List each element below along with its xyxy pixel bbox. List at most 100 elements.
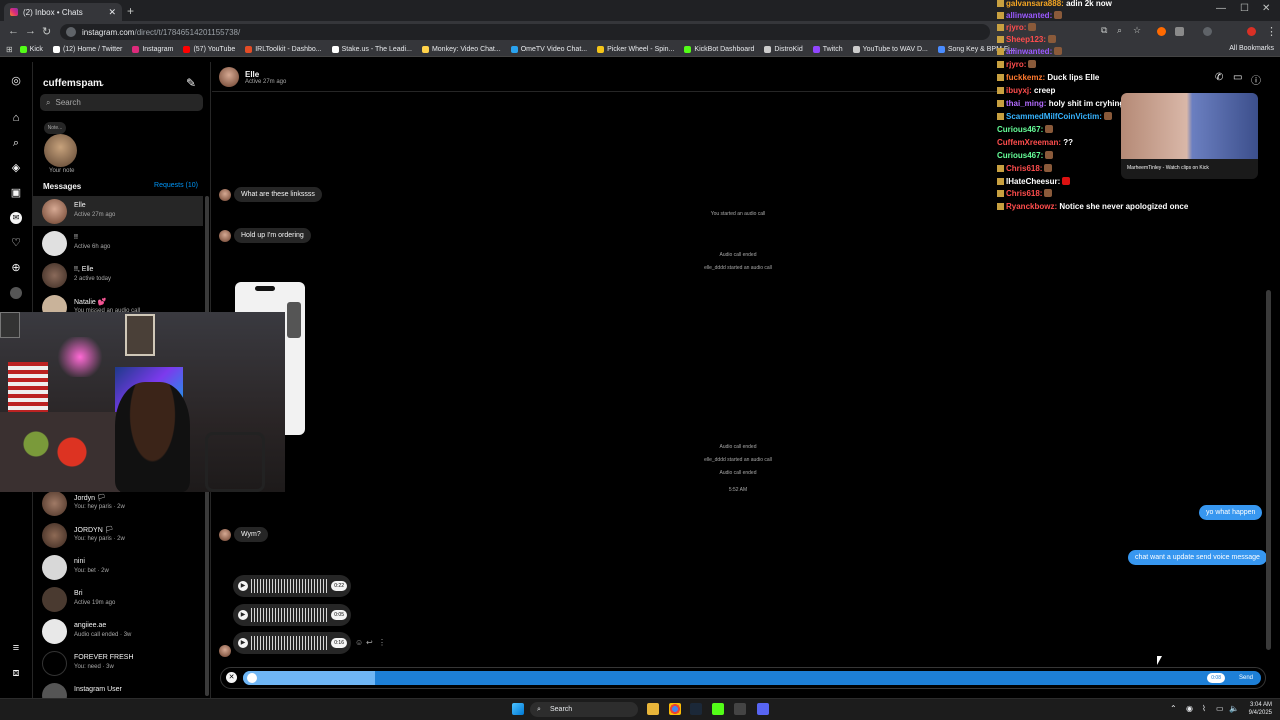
messenger-icon[interactable]: ✉: [10, 212, 22, 224]
volume-icon[interactable]: 🔈: [1229, 704, 1239, 713]
chevron-down-icon[interactable]: ⌄: [99, 80, 105, 88]
emote-icon: [1044, 164, 1053, 172]
obs-icon[interactable]: [734, 703, 746, 715]
search-input[interactable]: ⌕ Search: [40, 94, 203, 111]
close-tab-icon[interactable]: ✕: [108, 7, 116, 18]
site-info-icon[interactable]: [66, 27, 76, 37]
compose-message-icon[interactable]: ✎: [186, 76, 196, 90]
display-icon[interactable]: ▭: [1216, 704, 1224, 713]
taskbar-search[interactable]: ⌕ Search: [530, 702, 638, 717]
list-item[interactable]: angiiee.ae Audio call ended · 3w: [33, 616, 203, 646]
list-item[interactable]: JORDYN 🏳 You: hey paris · 2w: [33, 520, 203, 550]
taskbar-search-label: Search: [550, 706, 573, 713]
home-icon[interactable]: ⌂: [10, 112, 22, 124]
browser-tab[interactable]: (2) Inbox • Chats ✕: [4, 3, 122, 21]
kick-clip-popup[interactable]: MarheemTinley - Watch clips on Kick: [1121, 93, 1258, 179]
bookmark-item[interactable]: DistroKid: [761, 45, 805, 53]
explore-icon[interactable]: ◈: [10, 162, 22, 174]
list-item[interactable]: FOREVER FRESH You: need · 3w: [33, 648, 203, 678]
new-tab-icon[interactable]: +: [127, 4, 134, 18]
badge-icon: [997, 74, 1004, 81]
voice-recording-bar: 0:08 Send: [243, 671, 1261, 685]
more-options-icon[interactable]: ⋮: [378, 638, 386, 647]
neon-sign: [55, 337, 105, 377]
steam-icon[interactable]: [690, 703, 702, 715]
account-username[interactable]: cuffemspam: [43, 78, 102, 89]
badge-icon: [997, 87, 1004, 94]
file-explorer-icon[interactable]: [647, 703, 659, 715]
instagram-favicon-icon: [10, 8, 18, 16]
tray-app-icon[interactable]: ◉: [1186, 704, 1193, 713]
notifications-heart-icon[interactable]: ♡: [10, 237, 22, 249]
chat-username: IHateCheesur:: [1006, 177, 1061, 186]
badge-icon: [997, 48, 1004, 55]
bookmark-item[interactable]: Monkey: Video Chat...: [419, 45, 504, 53]
chrome-icon[interactable]: [669, 703, 681, 715]
voice-message[interactable]: ▶ 0:16: [233, 632, 351, 654]
bookmark-item[interactable]: (57) YouTube: [180, 45, 238, 53]
reload-icon[interactable]: ↻: [42, 25, 51, 38]
voice-message[interactable]: ▶ 0:22: [233, 575, 351, 597]
windows-start-icon[interactable]: [512, 703, 524, 715]
list-item[interactable]: nini You: bet · 2w: [33, 552, 203, 582]
voice-message[interactable]: ▶ 0:05: [233, 604, 351, 626]
back-icon[interactable]: ←: [8, 25, 19, 37]
list-item[interactable]: Jordyn 🏳 You: hey paris · 2w: [33, 488, 203, 518]
play-icon[interactable]: ▶: [238, 581, 248, 591]
bookmark-item[interactable]: IRLToolkit - Dashbo...: [242, 45, 324, 53]
reply-icon[interactable]: ↩: [366, 638, 373, 647]
search-icon[interactable]: ⌕: [10, 137, 22, 149]
more-menu-icon[interactable]: ≡: [10, 642, 22, 654]
kick-app-icon[interactable]: [712, 703, 724, 715]
thread-scrollbar[interactable]: [1266, 290, 1271, 650]
mouse-cursor-icon: [1157, 656, 1162, 665]
conversation-name: Elle: [74, 202, 86, 209]
list-item[interactable]: !! Active 6h ago: [33, 228, 203, 258]
system-message: Audio call ended: [719, 252, 757, 258]
requests-link[interactable]: Requests (10): [154, 182, 198, 189]
chat-line: Curious467:: [997, 151, 1054, 160]
play-icon[interactable]: ▶: [238, 638, 248, 648]
apps-grid-icon[interactable]: ⊞: [6, 45, 13, 54]
bookmark-favicon-icon: [52, 45, 60, 53]
avatar[interactable]: [219, 67, 239, 87]
bookmark-item[interactable]: (12) Home / Twitter: [50, 45, 125, 53]
stop-recording-icon[interactable]: [247, 673, 257, 683]
bookmark-item[interactable]: Stake.us - The Leadi...: [329, 45, 415, 53]
url-input[interactable]: instagram.com /direct/t/1784651420115573…: [60, 24, 990, 40]
avatar: [219, 645, 231, 657]
taskbar-clock[interactable]: 3:04 AM 9/4/2025: [1249, 701, 1272, 717]
network-icon[interactable]: ⌇: [1202, 704, 1206, 713]
badge-icon: [997, 61, 1004, 68]
note-bubble[interactable]: Note...: [44, 122, 66, 134]
thread-contact-name[interactable]: Elle: [245, 70, 259, 79]
discord-icon[interactable]: [757, 703, 769, 715]
forward-icon[interactable]: →: [25, 25, 36, 37]
avatar[interactable]: [44, 134, 77, 167]
chat-username: Curious467:: [997, 125, 1044, 134]
conversation-status: You: bet · 2w: [74, 568, 109, 574]
bookmark-item[interactable]: Picker Wheel - Spin...: [594, 45, 677, 53]
list-item[interactable]: !!, Elle 2 active today: [33, 260, 203, 290]
instagram-logo-icon[interactable]: ◎: [10, 75, 22, 87]
avatar: [219, 189, 231, 201]
bookmark-item[interactable]: OmeTV Video Chat...: [508, 45, 590, 53]
bookmark-item[interactable]: KickBot Dashboard: [681, 45, 757, 53]
bookmark-item[interactable]: Twitch: [810, 45, 846, 53]
badge-icon: [997, 100, 1004, 107]
play-icon[interactable]: ▶: [238, 610, 248, 620]
tab-title: (2) Inbox • Chats: [23, 7, 83, 17]
list-item[interactable]: Elle Active 27m ago: [33, 196, 203, 226]
bookmark-item[interactable]: Kick: [17, 45, 46, 53]
react-emoji-icon[interactable]: ☺: [355, 638, 363, 647]
list-item[interactable]: Bri Active 19m ago: [33, 584, 203, 614]
cancel-recording-icon[interactable]: ✕: [226, 672, 237, 683]
reels-icon[interactable]: ▣: [10, 187, 22, 199]
send-button[interactable]: Send: [1239, 673, 1253, 683]
tray-chevron-icon[interactable]: ⌃: [1170, 704, 1177, 713]
threads-icon[interactable]: ⧈: [10, 667, 22, 679]
bookmark-item[interactable]: YouTube to WAV D...: [850, 45, 931, 53]
profile-avatar-icon[interactable]: [10, 287, 22, 299]
create-icon[interactable]: ⊕: [10, 262, 22, 274]
bookmark-item[interactable]: Instagram: [129, 45, 176, 53]
